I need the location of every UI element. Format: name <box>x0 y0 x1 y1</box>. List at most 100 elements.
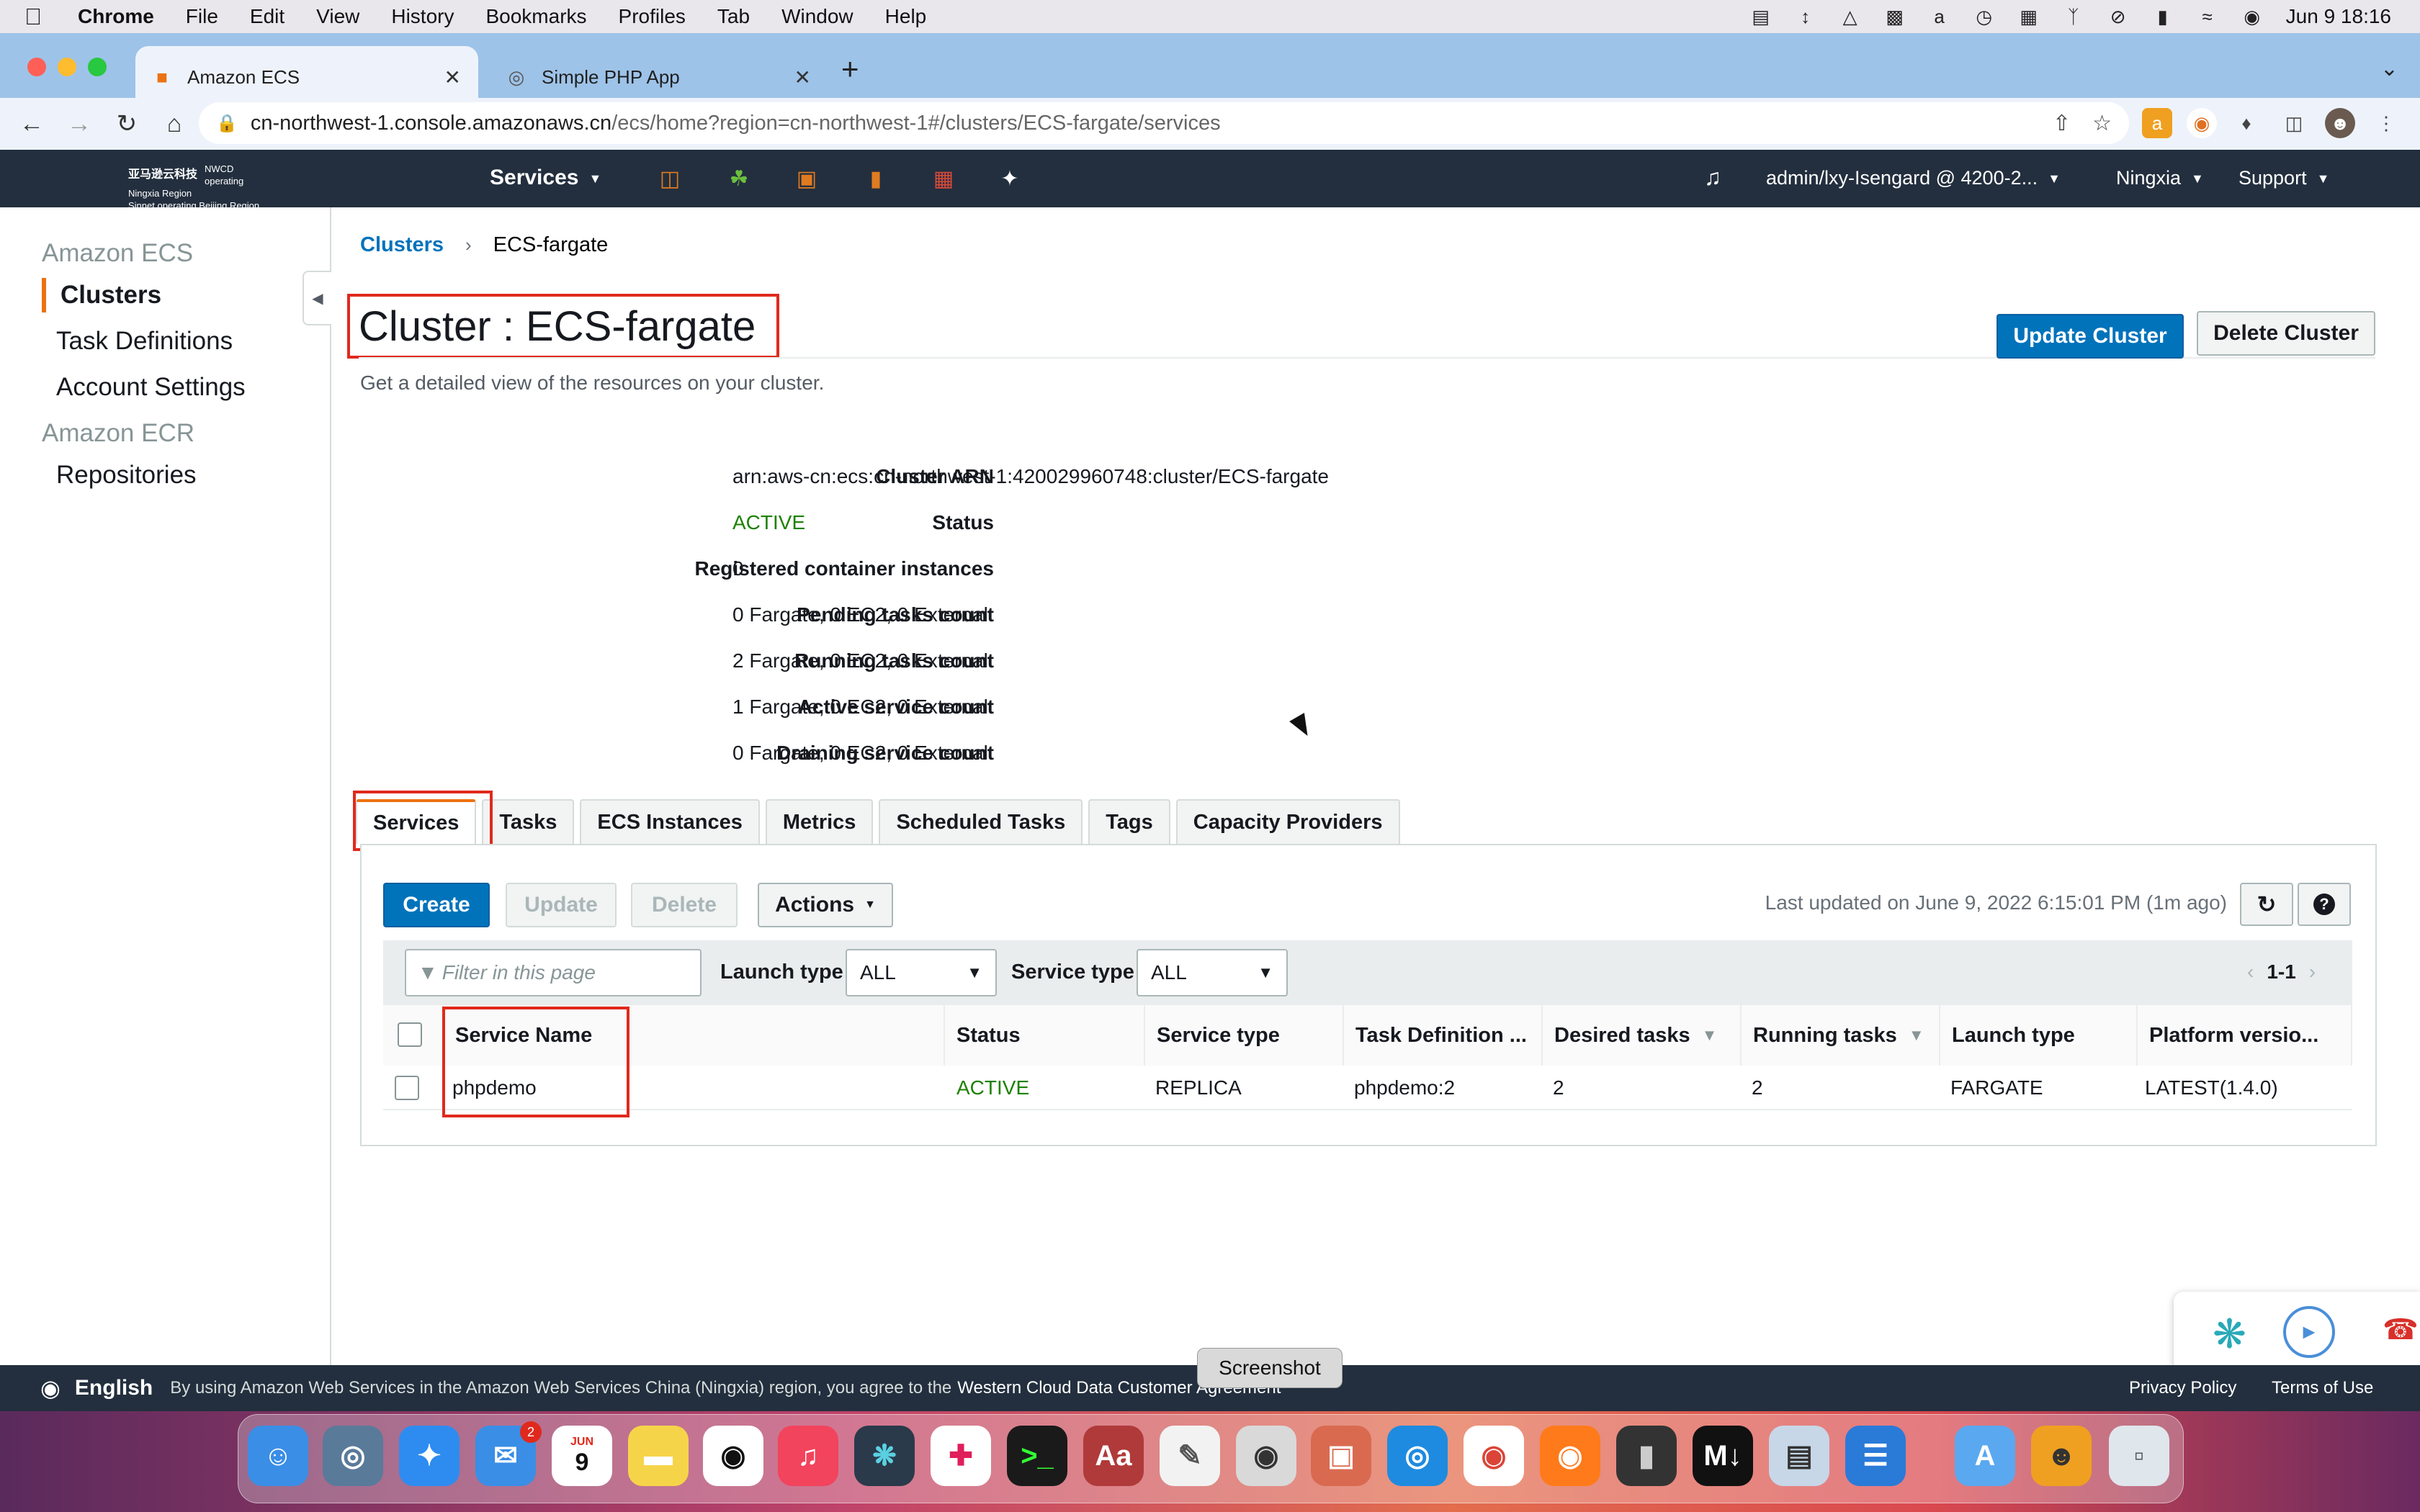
sidebar-section-ecr[interactable]: Amazon ECR <box>42 419 194 448</box>
filter-input[interactable]: ▼ Filter in this page <box>405 949 702 996</box>
column-launch-type[interactable]: Launch type <box>1940 1005 2138 1066</box>
select-all-checkbox[interactable] <box>398 1022 422 1047</box>
arrows-icon[interactable]: ↕ <box>1795 6 1816 27</box>
notifications-bell-icon[interactable]: ♫ <box>1704 164 1721 191</box>
back-icon[interactable]: ← <box>16 108 48 140</box>
wifi-icon[interactable]: ≈ <box>2197 6 2218 27</box>
menu-window[interactable]: Window <box>781 5 853 28</box>
services-menu[interactable]: Services ▼ <box>490 166 601 190</box>
slack-icon[interactable]: ✚ <box>931 1426 991 1486</box>
tab-capacity-providers[interactable]: Capacity Providers <box>1175 799 1400 844</box>
bluetooth-icon[interactable]: ᛉ <box>2063 6 2084 27</box>
screenshot-app-icon[interactable]: ◉ <box>1236 1426 1296 1486</box>
music-icon[interactable]: ♫ <box>778 1426 838 1486</box>
applications-folder-icon[interactable]: A <box>1955 1426 2015 1486</box>
amazon-icon[interactable]: a <box>1929 6 1950 27</box>
markdown-icon[interactable]: M↓ <box>1693 1426 1753 1486</box>
column-service-type[interactable]: Service type <box>1145 1005 1344 1066</box>
home-icon[interactable]: ⌂ <box>158 108 190 140</box>
window-close-button[interactable] <box>27 58 46 76</box>
column-status[interactable]: Status <box>945 1005 1145 1066</box>
sidebar-collapse-button[interactable]: ◀ <box>302 271 331 325</box>
battery-icon[interactable]: ▮ <box>2152 6 2174 27</box>
calendar-icon[interactable]: JUN 9 <box>552 1426 612 1486</box>
help-button[interactable]: ? <box>2298 883 2351 926</box>
dictionary-icon[interactable]: Aa <box>1083 1426 1144 1486</box>
sidebar-item-repositories[interactable]: Repositories <box>56 461 197 490</box>
actions-dropdown[interactable]: Actions ▼ <box>758 883 893 927</box>
tab-close-icon[interactable]: ✕ <box>794 66 811 89</box>
notes-icon[interactable]: ▬ <box>628 1426 689 1486</box>
forward-icon[interactable]: → <box>63 108 95 140</box>
safari-icon[interactable]: ✦ <box>399 1426 460 1486</box>
pin-icon[interactable]: ✦ <box>995 164 1024 193</box>
extension-icon[interactable]: ◉ <box>2187 108 2217 138</box>
lock-icon[interactable]: 🔒 <box>216 113 238 134</box>
keyboard-icon[interactable]: ▤ <box>1750 6 1772 27</box>
column-platform-version[interactable]: Platform versio... <box>2138 1005 2352 1066</box>
menu-file[interactable]: File <box>186 5 218 28</box>
launch-type-select[interactable]: ALL ▼ <box>846 949 997 996</box>
new-tab-icon[interactable]: + <box>841 52 859 86</box>
privacy-policy-link[interactable]: Privacy Policy <box>2129 1378 2236 1398</box>
apple-icon[interactable]:  <box>24 4 56 30</box>
breadcrumb-clusters-link[interactable]: Clusters <box>360 233 444 257</box>
mascot-icon[interactable]: ☻ <box>2031 1426 2092 1486</box>
time-machine-icon[interactable]: ◷ <box>1973 6 1995 27</box>
textedit-icon[interactable]: ✎ <box>1160 1426 1220 1486</box>
hang-up-icon[interactable]: ☎ <box>2383 1313 2419 1346</box>
language-selector[interactable]: English <box>75 1376 153 1400</box>
pinned-service-icon[interactable]: ◫ <box>655 164 684 193</box>
refresh-button[interactable]: ↻ <box>2240 883 2293 926</box>
menu-edit[interactable]: Edit <box>250 5 284 28</box>
mute-icon[interactable]: ⊘ <box>2107 6 2129 27</box>
pinned-service-icon[interactable]: ▣ <box>792 164 821 193</box>
address-bar[interactable]: 🔒 cn-northwest-1.console.amazonaws.cn /e… <box>199 102 2129 144</box>
account-menu[interactable]: admin/lxy-Isengard @ 4200-2... ▼ <box>1766 167 2061 189</box>
window-zoom-button[interactable] <box>88 58 107 76</box>
files-icon[interactable]: ☰ <box>1845 1426 1906 1486</box>
aws-china-logo[interactable]: 亚马逊云科技 NWCD operating Ningxia Region Sin… <box>128 163 265 212</box>
aws-extension-icon[interactable]: a <box>2142 108 2172 138</box>
column-running-tasks[interactable]: Running tasks ▼ <box>1742 1005 1940 1066</box>
puzzle-icon[interactable]: ♦ <box>2231 108 2262 138</box>
spinner-icon[interactable]: ❋ <box>2213 1310 2246 1358</box>
sidebar-item-task-definitions[interactable]: Task Definitions <box>56 327 233 356</box>
chrome-menu-icon[interactable]: ⋮ <box>2371 108 2401 138</box>
menu-profiles[interactable]: Profiles <box>619 5 686 28</box>
profile-avatar[interactable]: ☻ <box>2325 108 2355 138</box>
alien-icon[interactable]: ◉ <box>703 1426 763 1486</box>
tab-ecs-instances[interactable]: ECS Instances <box>580 799 760 844</box>
service-type-select[interactable]: ALL ▼ <box>1137 949 1288 996</box>
create-service-button[interactable]: Create <box>383 883 490 927</box>
edge-icon[interactable]: ◎ <box>1387 1426 1448 1486</box>
column-desired-tasks[interactable]: Desired tasks ▼ <box>1543 1005 1742 1066</box>
pinned-service-icon[interactable]: ▦ <box>929 164 958 193</box>
tab-scheduled-tasks[interactable]: Scheduled Tasks <box>879 799 1083 844</box>
triangle-icon[interactable]: △ <box>1839 6 1861 27</box>
control-center-icon[interactable]: ◉ <box>2241 6 2263 27</box>
preview-icon[interactable]: ▤ <box>1769 1426 1829 1486</box>
sparkle-app-icon[interactable]: ❋ <box>854 1426 915 1486</box>
delete-service-button[interactable]: Delete <box>631 883 738 927</box>
support-menu[interactable]: Support ▼ <box>2238 167 2329 189</box>
tab-metrics[interactable]: Metrics <box>765 799 874 844</box>
menu-help[interactable]: Help <box>885 5 927 28</box>
globe-icon[interactable]: ◉ <box>40 1374 60 1402</box>
grid-icon[interactable]: ▦ <box>2018 6 2040 27</box>
finder-icon[interactable]: ☺ <box>248 1426 308 1486</box>
task-definition-link[interactable]: phpdemo:2 <box>1344 1066 1455 1110</box>
share-icon[interactable]: ⇧ <box>2053 111 2071 136</box>
menu-history[interactable]: History <box>391 5 454 28</box>
terms-of-use-link[interactable]: Terms of Use <box>2272 1378 2373 1398</box>
tab-tasks[interactable]: Tasks <box>482 799 575 844</box>
row-checkbox[interactable] <box>395 1076 419 1100</box>
utility-icon[interactable]: ▮ <box>1616 1426 1677 1486</box>
menu-app-chrome[interactable]: Chrome <box>78 5 154 28</box>
prev-page-icon[interactable]: ‹ <box>2247 960 2254 984</box>
terminal-icon[interactable]: >_ <box>1007 1426 1067 1486</box>
window-minimize-button[interactable] <box>58 58 76 76</box>
pdf-icon[interactable]: ▩ <box>1884 6 1906 27</box>
chrome-icon[interactable]: ◉ <box>1464 1426 1524 1486</box>
column-task-definition[interactable]: Task Definition ... <box>1344 1005 1543 1066</box>
